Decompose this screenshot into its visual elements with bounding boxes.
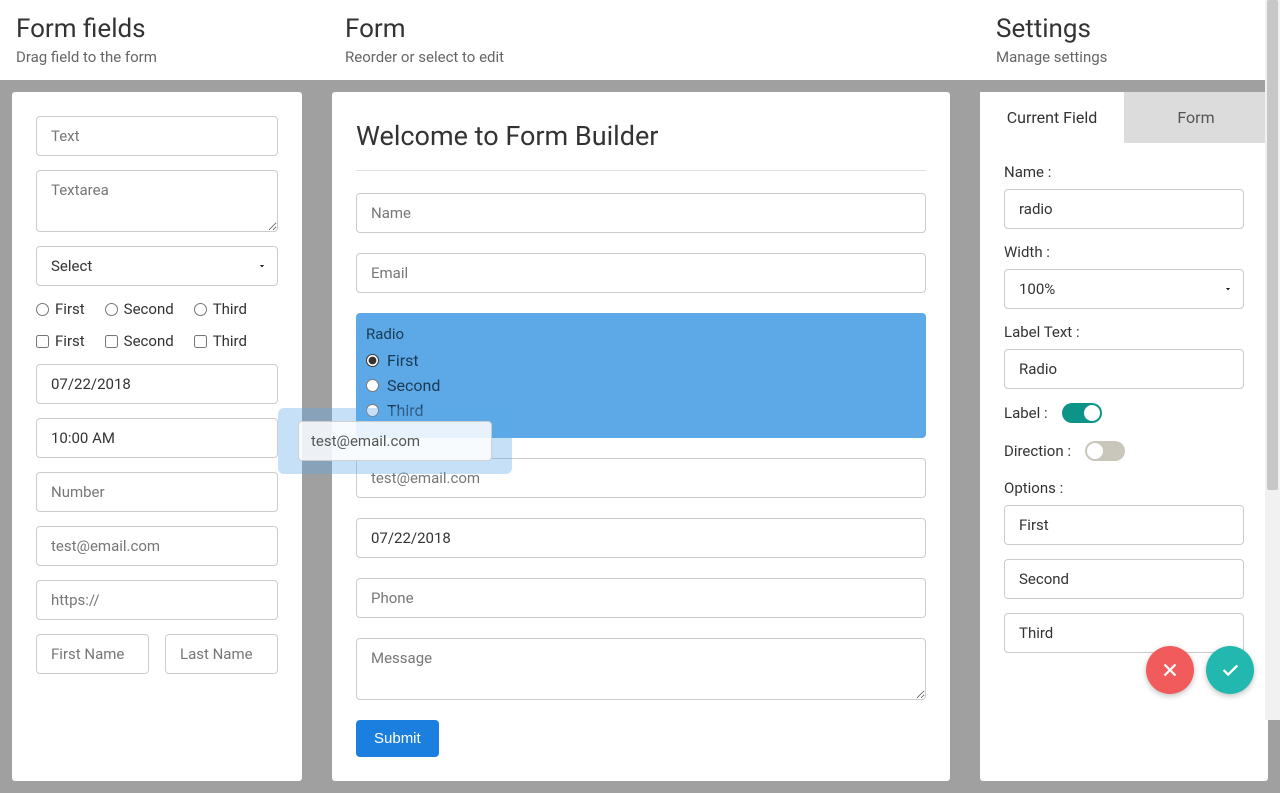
palette-time-input[interactable] (36, 418, 278, 458)
confirm-button[interactable] (1206, 646, 1254, 694)
form-divider (356, 170, 926, 171)
palette-textarea[interactable] (36, 170, 278, 232)
header-title-right: Settings (996, 14, 1264, 44)
palette-radio-first[interactable]: First (36, 300, 85, 318)
form-phone-input[interactable] (356, 578, 926, 618)
scrollbar[interactable] (1265, 0, 1280, 720)
form-radio-label: Radio (366, 325, 916, 343)
settings-tabs: Current Field Form (980, 92, 1268, 143)
setting-direction-toggle[interactable] (1085, 441, 1125, 461)
setting-direction-label: Direction : (1004, 442, 1071, 460)
setting-width-label: Width : (1004, 243, 1244, 261)
form-message-input[interactable] (356, 638, 926, 700)
palette-radio-second[interactable]: Second (105, 300, 174, 318)
palette-check-third[interactable]: Third (194, 332, 247, 350)
setting-name-input[interactable] (1004, 189, 1244, 229)
form-radio-opt-first[interactable]: First (366, 351, 916, 370)
setting-width-select[interactable]: 100% (1004, 269, 1244, 309)
header-form: Form Reorder or select to edit (329, 0, 980, 80)
cancel-button[interactable] (1146, 646, 1194, 694)
header-settings: Settings Manage settings (980, 0, 1280, 80)
header-sub-right: Manage settings (996, 48, 1264, 66)
header-title-mid: Form (345, 14, 964, 44)
setting-label-toggle[interactable] (1062, 403, 1102, 423)
header-sub-mid: Reorder or select to edit (345, 48, 964, 66)
setting-option-1[interactable] (1004, 505, 1244, 545)
drag-ghost-label: test@email.com (298, 421, 492, 461)
header-sub-left: Drag field to the form (16, 48, 313, 66)
palette-email-input[interactable] (36, 526, 278, 566)
palette-check-second[interactable]: Second (105, 332, 174, 350)
palette-radio-row: First Second Third (36, 300, 278, 318)
palette-panel: Select First Second Third First Second T… (12, 92, 302, 781)
palette-check-row: First Second Third (36, 332, 278, 350)
setting-label-label: Label : (1004, 404, 1048, 422)
palette-select[interactable]: Select (36, 246, 278, 286)
setting-name-label: Name : (1004, 163, 1244, 181)
form-name-input[interactable] (356, 193, 926, 233)
form-email-input[interactable] (356, 253, 926, 293)
setting-labeltext-input[interactable] (1004, 349, 1244, 389)
palette-number-input[interactable] (36, 472, 278, 512)
palette-url-input[interactable] (36, 580, 278, 620)
palette-lastname-input[interactable] (165, 634, 278, 674)
setting-labeltext-label: Label Text : (1004, 323, 1244, 341)
palette-text-input[interactable] (36, 116, 278, 156)
palette-radio-third[interactable]: Third (194, 300, 247, 318)
submit-button[interactable]: Submit (356, 720, 439, 757)
palette-check-first[interactable]: First (36, 332, 85, 350)
palette-firstname-input[interactable] (36, 634, 149, 674)
header-bar: Form fields Drag field to the form Form … (0, 0, 1280, 80)
form-date-input[interactable] (356, 518, 926, 558)
header-form-fields: Form fields Drag field to the form (0, 0, 329, 80)
tab-form[interactable]: Form (1124, 92, 1268, 143)
check-icon (1219, 659, 1241, 681)
drag-ghost: test@email.com (278, 408, 512, 474)
header-title-left: Form fields (16, 14, 313, 44)
palette-date-input[interactable] (36, 364, 278, 404)
setting-option-2[interactable] (1004, 559, 1244, 599)
setting-option-3[interactable] (1004, 613, 1244, 653)
form-radio-opt-second[interactable]: Second (366, 376, 916, 395)
close-icon (1159, 659, 1181, 681)
form-title: Welcome to Form Builder (356, 116, 926, 152)
setting-options-label: Options : (1004, 479, 1244, 497)
tab-current-field[interactable]: Current Field (980, 92, 1124, 143)
